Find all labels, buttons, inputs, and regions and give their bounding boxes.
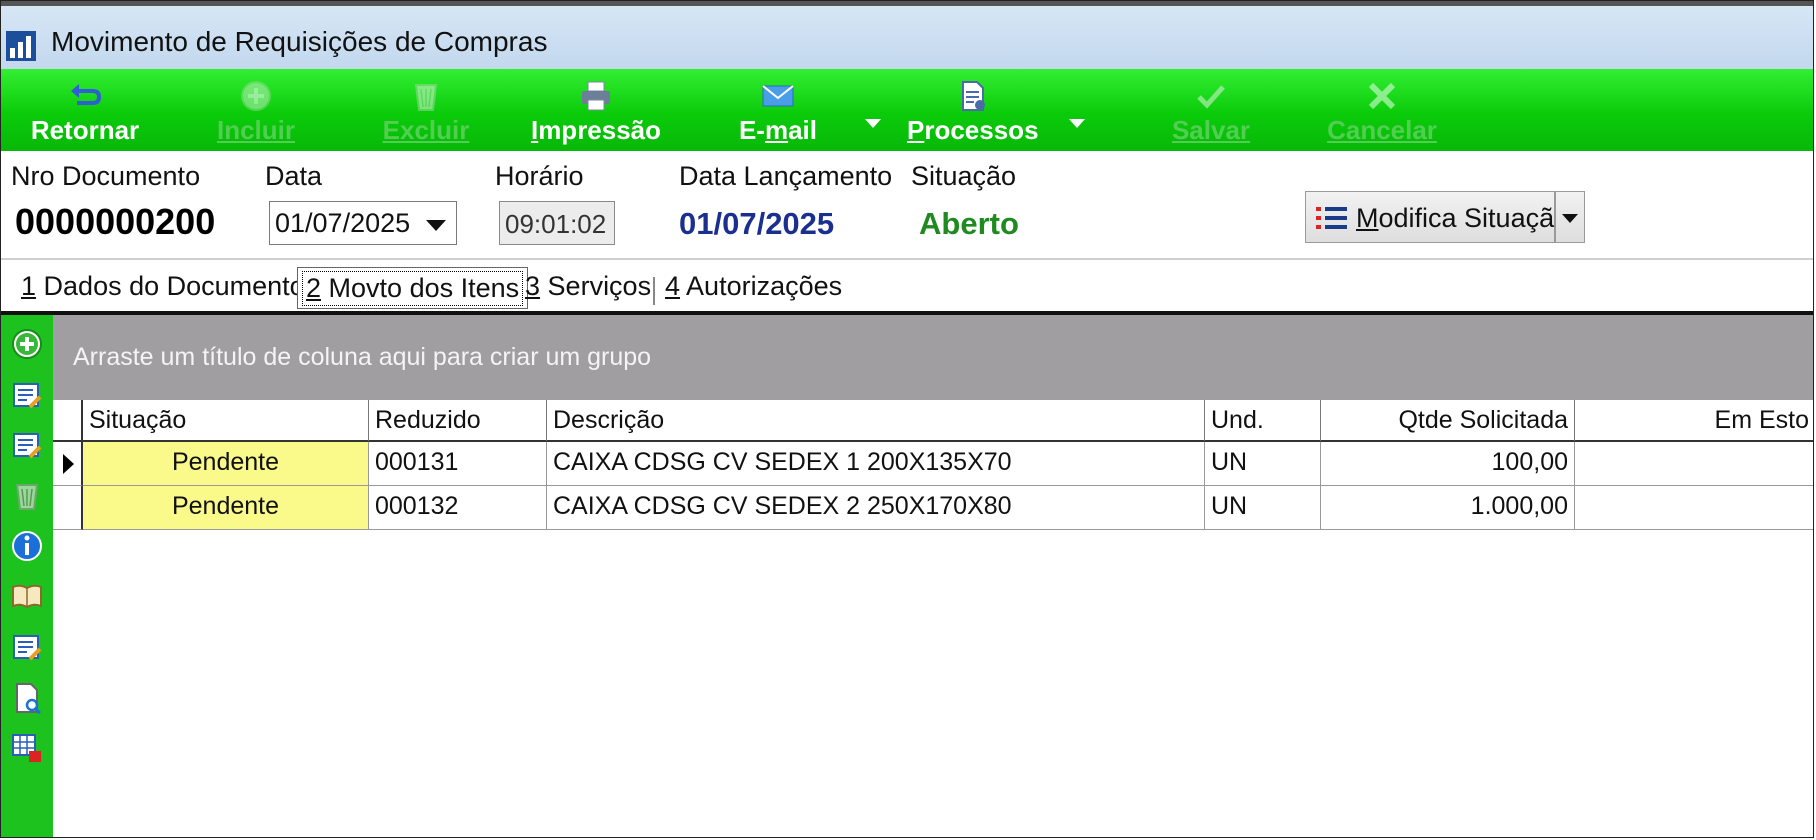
cell-em-estoque[interactable]: [1575, 486, 1813, 530]
horario-field: 09:01:02: [499, 201, 615, 245]
modifica-situacao-dropdown[interactable]: [1555, 191, 1585, 243]
modifica-situacao-label: Modifica Situação: [1356, 203, 1570, 233]
impressao-label: Impressão: [530, 115, 662, 145]
cell-qtde-solicitada[interactable]: 100,00: [1321, 442, 1575, 486]
tab-separator: [653, 277, 655, 305]
cell-qtde-solicitada[interactable]: 1.000,00: [1321, 486, 1575, 530]
row-indicator[interactable]: [53, 442, 83, 486]
column-header-reduzido[interactable]: Reduzido: [369, 400, 547, 442]
close-icon: [1368, 82, 1396, 110]
grid-export-icon[interactable]: [10, 731, 44, 765]
nro-documento-label: Nro Documento: [11, 161, 201, 191]
tab-label: Autorizações: [686, 271, 843, 301]
group-by-panel[interactable]: Arraste um título de coluna aqui para cr…: [53, 315, 1813, 400]
situacao-label: Situação: [911, 161, 1017, 191]
cell-situacao[interactable]: Pendente: [83, 486, 369, 530]
row-indicator[interactable]: [53, 486, 83, 530]
column-header-descricao[interactable]: Descrição: [547, 400, 1205, 442]
column-header-qtde-solicitada[interactable]: Qtde Solicitada: [1321, 400, 1575, 442]
situacao-value: Aberto: [919, 206, 1019, 241]
side-toolbar: [1, 315, 53, 837]
incluir-button[interactable]: Incluir: [201, 69, 311, 151]
data-combobox[interactable]: 01/07/2025: [269, 201, 457, 245]
column-header-und[interactable]: Und.: [1205, 400, 1321, 442]
cell-descricao[interactable]: CAIXA CDSG CV SEDEX 1 200X135X70: [547, 442, 1205, 486]
current-row-arrow-icon: [63, 454, 74, 474]
excluir-label: Excluir: [382, 115, 470, 145]
checkmark-icon: [1197, 85, 1225, 109]
modifica-situacao-button[interactable]: Modifica Situação: [1305, 191, 1569, 243]
processos-dropdown-icon[interactable]: [1069, 119, 1085, 128]
data-lancamento-value: 01/07/2025: [679, 206, 835, 241]
incluir-label: Incluir: [216, 115, 295, 145]
document-search-icon[interactable]: [10, 681, 44, 715]
horario-label: Horário: [495, 161, 584, 191]
cell-descricao[interactable]: CAIXA CDSG CV SEDEX 2 250X170X80: [547, 486, 1205, 530]
email-icon: [762, 85, 794, 107]
chevron-down-icon: [1562, 214, 1578, 223]
book-icon[interactable]: [10, 579, 44, 613]
email-label: E-mail: [738, 115, 818, 145]
application-window: Movimento de Requisições de Compras Reto…: [0, 0, 1814, 838]
chevron-down-icon[interactable]: [426, 220, 446, 231]
cell-und[interactable]: UN: [1205, 486, 1321, 530]
tab-key: 2: [306, 273, 322, 303]
tab-dados-do-documento[interactable]: 1 Dados do Documento: [21, 271, 305, 309]
retornar-button[interactable]: Retornar: [15, 69, 155, 151]
data-label: Data: [265, 161, 323, 191]
chart-icon: [6, 31, 36, 61]
processos-label: Processos: [907, 115, 1039, 145]
cell-reduzido[interactable]: 000131: [369, 442, 547, 486]
tab-label: Movto dos Itens: [328, 273, 520, 303]
printer-icon: [582, 81, 610, 111]
add-icon: [241, 81, 271, 111]
trash-icon[interactable]: [10, 479, 44, 513]
tab-bar: 1 Dados do Documento 2 Movto dos Itens 3…: [1, 263, 1813, 311]
return-arrow-icon: [71, 84, 102, 105]
toolbar: Retornar Incluir Excluir Impressão E-mai…: [1, 69, 1813, 151]
add-icon[interactable]: [10, 327, 44, 361]
processos-button[interactable]: Processos: [907, 69, 1039, 151]
retornar-label: Retornar: [30, 115, 140, 145]
tab-autorizacoes[interactable]: 4 Autorizações: [665, 271, 842, 309]
list-icon: [1316, 207, 1347, 229]
cell-reduzido[interactable]: 000132: [369, 486, 547, 530]
tab-movto-dos-itens[interactable]: 2 Movto dos Itens: [297, 267, 529, 309]
cell-situacao[interactable]: Pendente: [83, 442, 369, 486]
window-title: Movimento de Requisições de Compras: [51, 26, 548, 57]
tab-servicos[interactable]: 3 Serviços: [525, 271, 651, 309]
group-by-hint: Arraste um título de coluna aqui para cr…: [73, 343, 652, 371]
title-bar: Movimento de Requisições de Compras: [1, 1, 1813, 69]
tab-label: Serviços: [547, 271, 652, 301]
process-document-icon: [962, 81, 985, 111]
salvar-button[interactable]: Salvar: [1163, 69, 1259, 151]
email-dropdown-icon[interactable]: [865, 119, 881, 128]
horario-value: 09:01:02: [505, 209, 607, 239]
nro-documento-value: 0000000200: [15, 201, 216, 242]
items-grid: Situação Reduzido Descrição Und. Qtde So…: [53, 400, 1813, 837]
edit-icon[interactable]: [10, 631, 44, 665]
salvar-label: Salvar: [1171, 115, 1251, 145]
cancelar-label: Cancelar: [1327, 115, 1437, 145]
tab-key: 4: [665, 271, 681, 301]
header-divider: [1, 258, 1813, 260]
cell-em-estoque[interactable]: [1575, 442, 1813, 486]
data-value: 01/07/2025: [275, 208, 411, 238]
column-header-em-estoque[interactable]: Em Esto: [1575, 400, 1813, 442]
tab-label: Dados do Documento: [43, 271, 305, 301]
excluir-button[interactable]: Excluir: [371, 69, 481, 151]
column-header-situacao[interactable]: Situação: [83, 400, 369, 442]
cell-und[interactable]: UN: [1205, 442, 1321, 486]
edit-icon[interactable]: [10, 379, 44, 413]
edit-icon[interactable]: [10, 429, 44, 463]
impressao-button[interactable]: Impressão: [521, 69, 671, 151]
trash-icon: [414, 84, 438, 111]
tab-key: 3: [525, 271, 541, 301]
cancelar-button[interactable]: Cancelar: [1317, 69, 1447, 151]
row-indicator-header: [53, 400, 83, 442]
tab-key: 1: [21, 271, 37, 301]
info-icon[interactable]: [10, 529, 44, 563]
data-lancamento-label: Data Lançamento: [679, 161, 893, 191]
email-button[interactable]: E-mail: [723, 69, 833, 151]
